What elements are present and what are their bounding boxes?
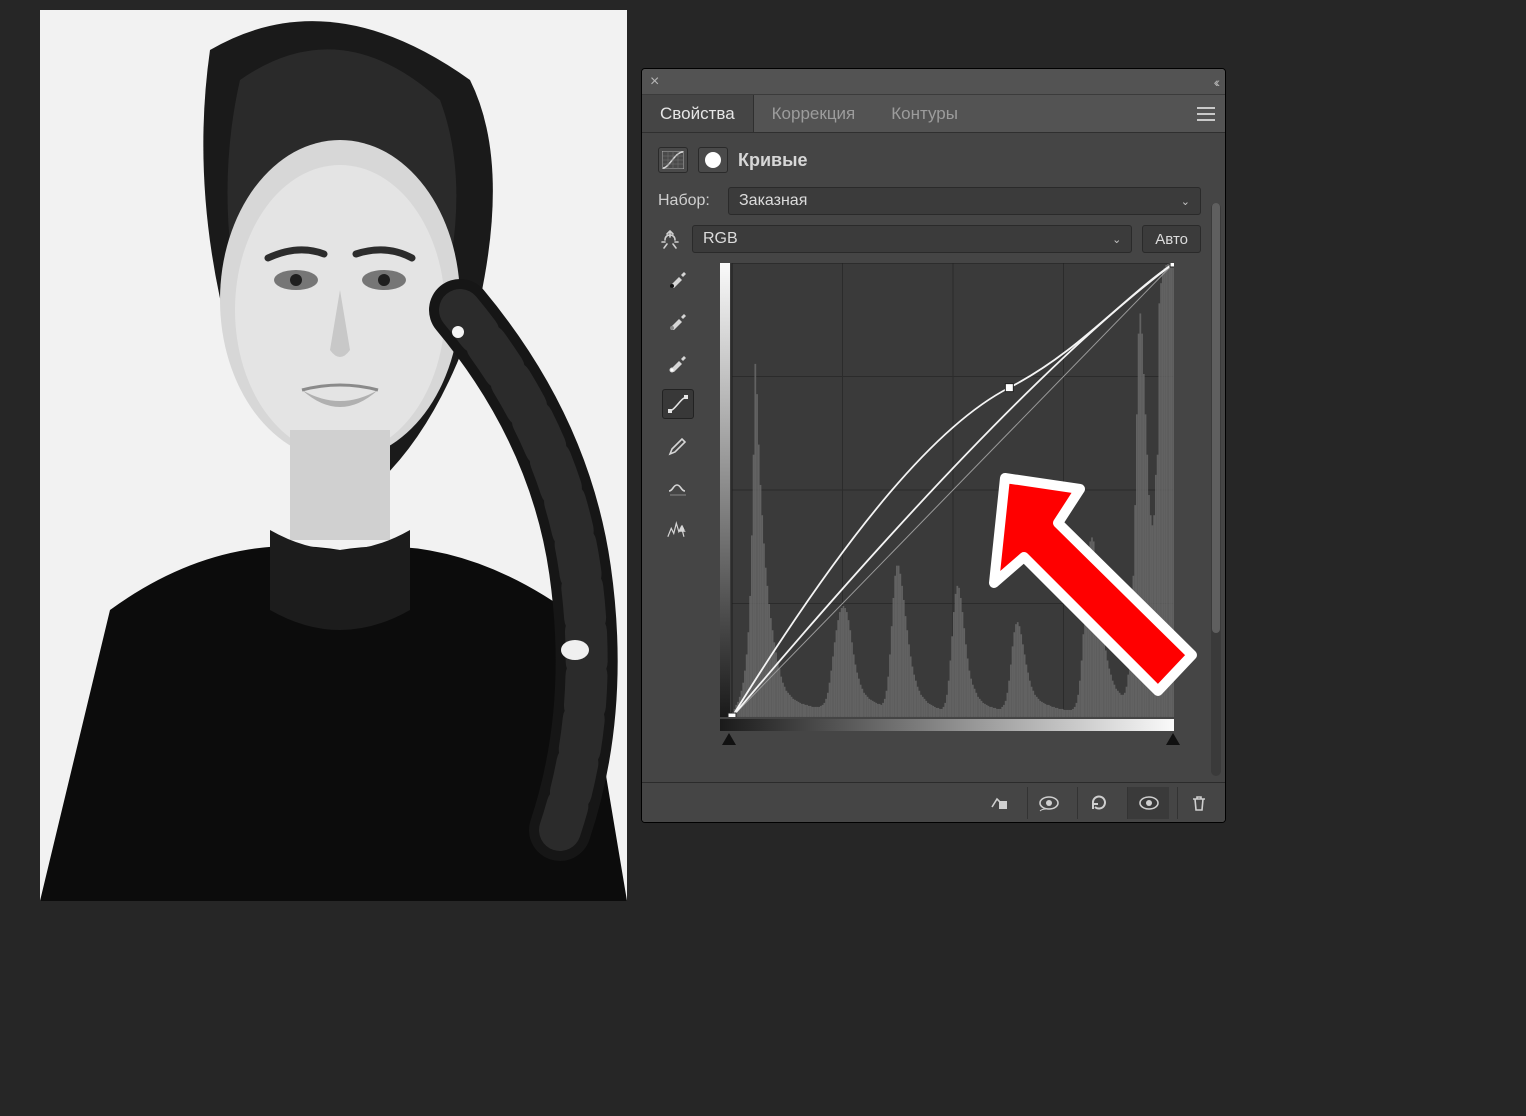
tab-contours[interactable]: Контуры <box>873 95 976 132</box>
tab-label: Коррекция <box>772 104 856 124</box>
curves-graph[interactable] <box>720 263 1174 717</box>
svg-text:!: ! <box>684 527 686 533</box>
tab-label: Свойства <box>660 104 735 124</box>
preset-value: Заказная <box>739 192 807 210</box>
clip-to-layer-icon[interactable] <box>977 787 1019 819</box>
close-icon[interactable]: × <box>650 74 659 90</box>
eyedropper-white-icon[interactable] <box>662 347 694 377</box>
channel-row: RGB ⌄ Авто <box>658 225 1225 253</box>
panel-topbar: × ‹‹ <box>642 69 1225 95</box>
curves-thumb-icon <box>658 147 688 173</box>
input-gradient-bar <box>720 719 1174 731</box>
trash-icon[interactable] <box>1177 787 1219 819</box>
view-previous-icon[interactable] <box>1027 787 1069 819</box>
curves-area: ! <box>658 263 1225 717</box>
channel-select[interactable]: RGB ⌄ <box>692 225 1132 253</box>
chevron-down-icon: ⌄ <box>1181 195 1190 208</box>
panel-tabs: Свойства Коррекция Контуры <box>642 95 1225 133</box>
visibility-icon[interactable] <box>1127 787 1169 819</box>
smooth-tool-icon[interactable] <box>662 473 694 503</box>
adjustment-title: Кривые <box>738 150 808 171</box>
auto-button[interactable]: Авто <box>1142 225 1201 253</box>
adjustment-title-row: Кривые <box>658 147 1225 173</box>
panel-body: Кривые Набор: Заказная ⌄ RGB ⌄ Авто <box>642 133 1225 822</box>
auto-label: Авто <box>1155 231 1188 248</box>
eyedropper-black-icon[interactable] <box>662 263 694 293</box>
mask-icon[interactable] <box>698 147 728 173</box>
clip-warning-icon[interactable]: ! <box>662 515 694 545</box>
collapse-icon[interactable]: ‹‹ <box>1214 74 1217 90</box>
preset-label: Набор: <box>658 192 718 210</box>
tab-correction[interactable]: Коррекция <box>754 95 874 132</box>
targeted-adjust-icon[interactable] <box>658 228 682 250</box>
panel-bottom-bar <box>642 782 1225 822</box>
panel-scrollbar[interactable] <box>1211 203 1221 776</box>
canvas-photo <box>40 10 627 901</box>
black-point-slider[interactable] <box>722 733 736 745</box>
tab-label: Контуры <box>891 104 958 124</box>
chevron-down-icon: ⌄ <box>1112 233 1121 246</box>
tab-properties[interactable]: Свойства <box>642 95 754 132</box>
preset-row: Набор: Заказная ⌄ <box>658 187 1225 215</box>
reset-icon[interactable] <box>1077 787 1119 819</box>
curves-graph-wrap <box>720 263 1174 717</box>
channel-value: RGB <box>703 230 738 248</box>
scrollbar-thumb[interactable] <box>1212 203 1220 633</box>
preset-select[interactable]: Заказная ⌄ <box>728 187 1201 215</box>
properties-panel: × ‹‹ Свойства Коррекция Контуры Кривые Н… <box>641 68 1226 823</box>
curves-tool-column: ! <box>658 263 698 717</box>
eyedropper-gray-icon[interactable] <box>662 305 694 335</box>
white-point-slider[interactable] <box>1166 733 1180 745</box>
curve-point-tool-icon[interactable] <box>662 389 694 419</box>
pencil-tool-icon[interactable] <box>662 431 694 461</box>
panel-menu-icon[interactable] <box>1187 95 1225 132</box>
curves-svg <box>720 263 1174 717</box>
